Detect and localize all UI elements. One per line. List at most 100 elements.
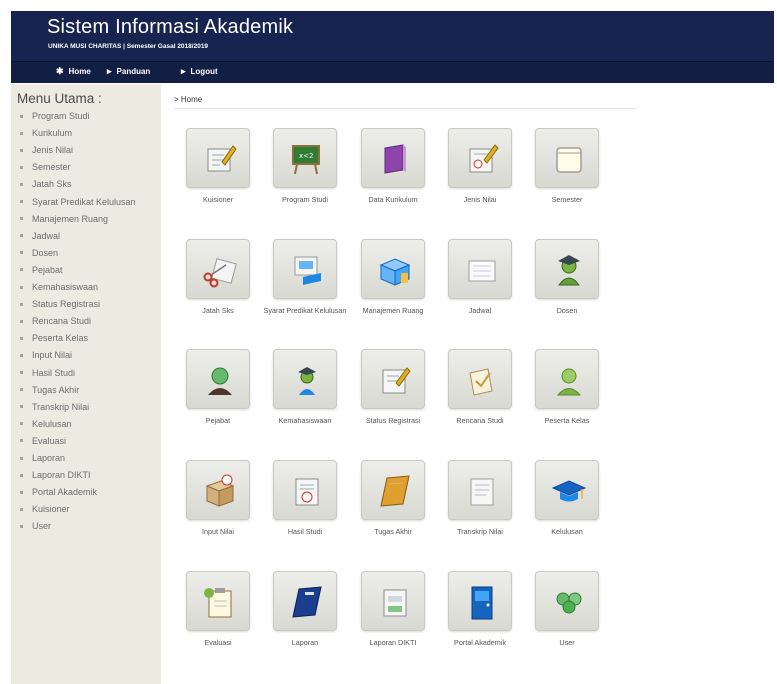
sidebar-item-status-registrasi[interactable]: Status Registrasi [20, 297, 100, 311]
app-header: Sistem Informasi Akademik UNIKA MUSI CHA… [11, 11, 774, 62]
sidebar-item-hasil-studi[interactable]: Hasil Studi [20, 366, 75, 380]
tile-label[interactable]: Jadwal [432, 306, 528, 316]
bullet-icon [20, 507, 23, 511]
tile-label[interactable]: Data Kurikulum [345, 195, 441, 205]
arrow-right-icon: ▸ [181, 66, 186, 76]
tile-label[interactable]: Peserta Kelas [519, 416, 615, 426]
sidebar-item-semester[interactable]: Semester [20, 160, 71, 174]
tile-label[interactable]: Pejabat [170, 416, 266, 426]
tile-portal-akademik[interactable] [448, 571, 512, 631]
tile-label[interactable]: Portal Akademik [432, 638, 528, 648]
sidebar-item-pejabat[interactable]: Pejabat [20, 263, 63, 277]
tile-transkrip-nilai[interactable] [448, 460, 512, 520]
tile-hasil-studi[interactable] [273, 460, 337, 520]
tile-label[interactable]: Rencana Studi [432, 416, 528, 426]
tile-semester[interactable] [535, 128, 599, 188]
tile-label[interactable]: Kuisioner [170, 195, 266, 205]
nav-logout[interactable]: ▸ Logout [181, 66, 218, 77]
nav-home[interactable]: ✱ Home [56, 66, 91, 77]
tile-label[interactable]: Manajemen Ruang [345, 306, 441, 316]
sidebar-item-kemahasiswaan[interactable]: Kemahasiswaan [20, 280, 98, 294]
tile-label[interactable]: Laporan [257, 638, 353, 648]
tile-dosen[interactable] [535, 239, 599, 299]
tile-manajemen-ruang[interactable] [361, 239, 425, 299]
sidebar-item-label: Jatah Sks [32, 179, 72, 190]
tile-kelulusan[interactable] [535, 460, 599, 520]
tile-label[interactable]: Laporan DIKTI [345, 638, 441, 648]
tile-laporan-dikti[interactable] [361, 571, 425, 631]
tile-label[interactable]: User [519, 638, 615, 648]
sidebar-item-portal-akademik[interactable]: Portal Akademik [20, 485, 97, 499]
tile-label[interactable]: Evaluasi [170, 638, 266, 648]
tile-rencana-studi[interactable] [448, 349, 512, 409]
sidebar-item-label: Dosen [32, 247, 59, 258]
sidebar-item-label: User [32, 521, 52, 532]
sidebar-item-label: Rencana Studi [32, 316, 92, 327]
sidebar-item-manajemen-ruang[interactable]: Manajemen Ruang [20, 212, 108, 226]
sidebar-item-input-nilai[interactable]: Input Nilai [20, 348, 72, 362]
tile-label[interactable]: Kemahasiswaan [257, 416, 353, 426]
tile-evaluasi[interactable] [186, 571, 250, 631]
tile-kuisioner[interactable] [186, 128, 250, 188]
sidebar-item-transkrip-nilai[interactable]: Transkrip Nilai [20, 400, 89, 414]
bullet-icon [20, 131, 23, 135]
sidebar-item-user[interactable]: User [20, 519, 51, 533]
tile-label[interactable]: Jenis Nilai [432, 195, 528, 205]
tile-jatah-sks[interactable] [186, 239, 250, 299]
sidebar-item-jenis-nilai[interactable]: Jenis Nilai [20, 143, 73, 157]
sidebar-item-label: Evaluasi [32, 435, 67, 446]
bullet-icon [20, 388, 23, 392]
tile-label[interactable]: Input Nilai [170, 527, 266, 537]
sidebar-item-label: Kuisioner [32, 504, 70, 515]
sidebar-item-evaluasi[interactable]: Evaluasi [20, 434, 66, 448]
tile-jadwal[interactable] [448, 239, 512, 299]
app-subtitle: UNIKA MUSI CHARITAS | Semester Gasal 201… [48, 43, 209, 50]
bullet-icon [20, 371, 23, 374]
sidebar-item-kelulusan[interactable]: Kelulusan [20, 417, 72, 431]
sidebar-item-program-studi[interactable]: Program Studi [20, 109, 90, 123]
tile-program-studi[interactable]: x<2 [273, 128, 337, 188]
nav-panduan[interactable]: ▸ Panduan [107, 66, 150, 77]
sidebar-item-label: Kemahasiswaan [32, 282, 99, 292]
sidebar-item-kurikulum[interactable]: Kurikulum [20, 126, 72, 140]
bullet-icon [20, 234, 23, 238]
sidebar-item-peserta-kelas[interactable]: Peserta Kelas [20, 331, 88, 345]
tile-data-kurikulum[interactable] [361, 128, 425, 188]
sidebar-item-label: Portal Akademik [32, 487, 98, 498]
sidebar-item-jatah-sks[interactable]: Jatah Sks [20, 177, 72, 191]
sidebar-item-syarat-predikat-kelulusan[interactable]: Syarat Predikat Kelulusan [20, 195, 136, 209]
sidebar-item-kuisioner[interactable]: Kuisioner [20, 502, 70, 516]
sidebar-item-label: Peserta Kelas [32, 333, 89, 344]
tile-label[interactable]: Program Studi [257, 195, 353, 205]
tile-pejabat[interactable] [186, 349, 250, 409]
tile-label[interactable]: Dosen [519, 306, 615, 316]
sidebar-item-jadwal[interactable]: Jadwal [20, 229, 60, 243]
tile-label[interactable]: Semester [519, 195, 615, 205]
tile-label[interactable]: Hasil Studi [257, 527, 353, 537]
sidebar-item-laporan[interactable]: Laporan [20, 451, 65, 465]
sidebar-item-laporan-dikti[interactable]: Laporan DIKTI [20, 468, 91, 482]
tile-label[interactable]: Status Registrasi [345, 416, 441, 426]
sidebar-item-label: Program Studi [32, 111, 90, 121]
tile-label[interactable]: Tugas Akhir [345, 527, 441, 537]
tile-peserta-kelas[interactable] [535, 349, 599, 409]
sidebar-item-tugas-akhir[interactable]: Tugas Akhir [20, 383, 79, 397]
sidebar-item-rencana-studi[interactable]: Rencana Studi [20, 314, 91, 328]
tile-input-nilai[interactable] [186, 460, 250, 520]
arrow-right-icon: ▸ [107, 66, 112, 76]
tile-label[interactable]: Transkrip Nilai [432, 527, 528, 537]
tile-status-registrasi[interactable] [361, 349, 425, 409]
sidebar-item-label: Input Nilai [32, 350, 73, 361]
bullet-icon [20, 114, 23, 118]
tile-user[interactable] [535, 571, 599, 631]
tile-laporan[interactable] [273, 571, 337, 631]
bullet-icon [20, 336, 23, 340]
tile-syarat-predikat-kelulusan[interactable] [273, 239, 337, 299]
tile-tugas-akhir[interactable] [361, 460, 425, 520]
tile-label[interactable]: Jatah Sks [170, 306, 266, 316]
sidebar-item-dosen[interactable]: Dosen [20, 246, 58, 260]
tile-kemahasiswaan[interactable] [273, 349, 337, 409]
tile-label[interactable]: Syarat Predikat Kelulusan [257, 306, 353, 316]
tile-jenis-nilai[interactable] [448, 128, 512, 188]
tile-label[interactable]: Kelulusan [519, 527, 615, 537]
